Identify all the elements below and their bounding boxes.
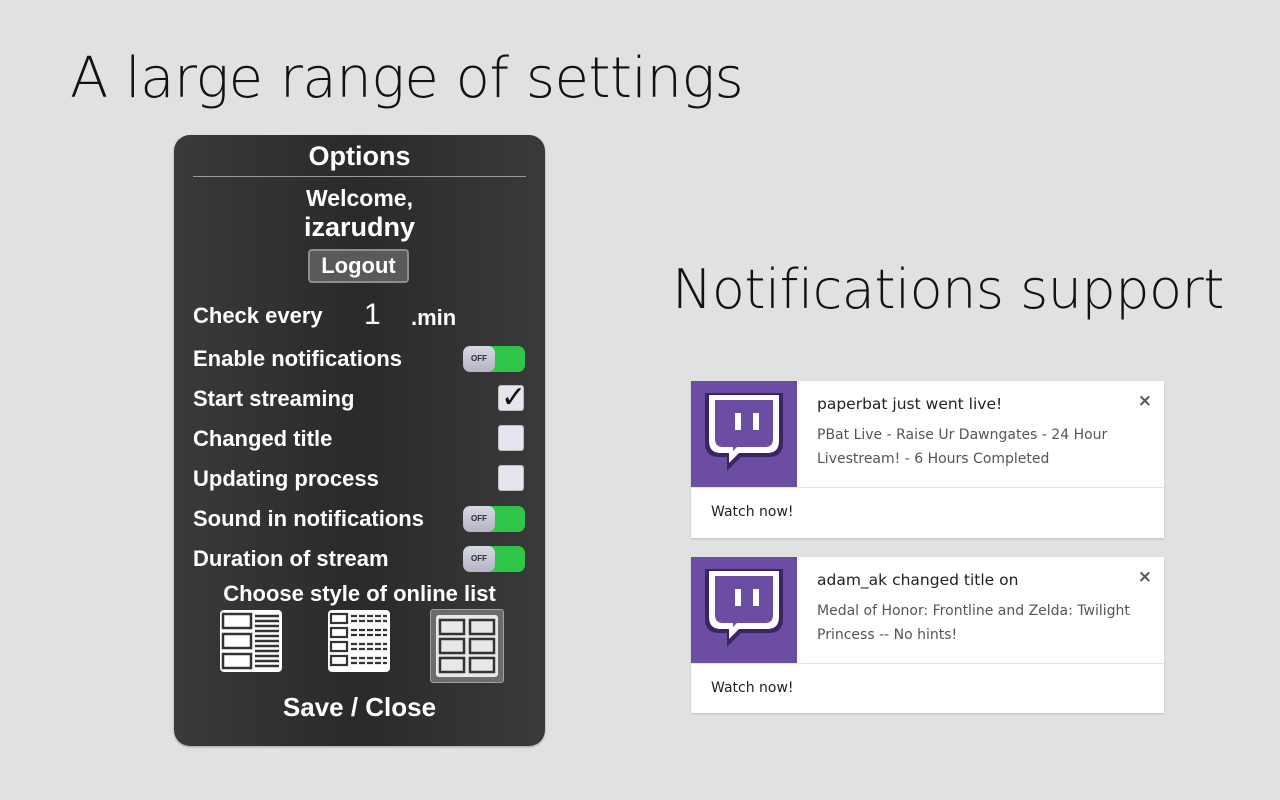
- toggle-off-knob: OFF: [463, 346, 495, 372]
- check-interval-input[interactable]: 1: [364, 298, 381, 332]
- list-style-detailed-option[interactable]: [220, 610, 282, 672]
- notification-card[interactable]: adam_ak changed title on Medal of Honor:…: [691, 557, 1164, 713]
- settings-headline: A large range of settings: [70, 46, 744, 111]
- notification-title: adam_ak changed title on: [817, 571, 1019, 589]
- toggle-off-knob: OFF: [463, 506, 495, 532]
- list-style-compact-icon: [328, 610, 390, 672]
- checkmark-icon: ✓: [501, 381, 527, 414]
- changed-title-checkbox[interactable]: [498, 425, 524, 451]
- options-title: Options: [308, 141, 411, 171]
- changed-title-label: Changed title: [193, 426, 333, 451]
- notification-body: Medal of Honor: Frontline and Zelda: Twi…: [817, 603, 1130, 643]
- welcome-text: Welcome,: [306, 185, 413, 211]
- notification-body: PBat Live - Raise Ur Dawngates - 24 Hour…: [817, 427, 1108, 467]
- list-style-grid-option[interactable]: [430, 609, 504, 683]
- list-style-detailed-icon: [220, 610, 282, 672]
- duration-stream-toggle[interactable]: OFF: [463, 546, 525, 572]
- logout-button[interactable]: Logout: [308, 249, 409, 283]
- toggle-off-knob: OFF: [463, 546, 495, 572]
- start-streaming-checkbox[interactable]: ✓: [498, 381, 526, 414]
- notifications-headline: Notifications support: [672, 258, 1224, 321]
- updating-process-label: Updating process: [193, 466, 379, 491]
- close-icon[interactable]: ×: [1138, 391, 1152, 411]
- username: izarudny: [303, 212, 416, 242]
- options-panel: Options Welcome, izarudny Logout Check e…: [174, 135, 545, 746]
- start-streaming-label: Start streaming: [193, 386, 355, 411]
- duration-stream-label: Duration of stream: [193, 546, 389, 571]
- twitch-glitch-icon: [691, 381, 797, 487]
- notification-divider: [691, 663, 1164, 664]
- watch-now-button[interactable]: Watch now!: [711, 504, 794, 520]
- enable-notifications-toggle[interactable]: OFF: [463, 346, 525, 372]
- enable-notifications-label: Enable notifications: [193, 346, 403, 371]
- sound-notifications-label: Sound in notifications: [193, 506, 424, 531]
- updating-process-checkbox[interactable]: [498, 465, 524, 491]
- twitch-glitch-icon: [691, 557, 797, 663]
- choose-style-label: Choose style of online list: [223, 581, 496, 606]
- watch-now-button[interactable]: Watch now!: [711, 680, 794, 696]
- list-style-compact-option[interactable]: [328, 610, 390, 672]
- check-interval-unit: .min: [411, 305, 457, 330]
- save-close-button[interactable]: Save / Close: [174, 692, 545, 723]
- sound-notifications-toggle[interactable]: OFF: [463, 506, 525, 532]
- list-style-grid-icon: [436, 615, 498, 677]
- check-every-label: Check every: [193, 303, 323, 328]
- notification-card[interactable]: paperbat just went live! PBat Live - Rai…: [691, 381, 1164, 538]
- notification-divider: [691, 487, 1164, 488]
- title-divider: [193, 176, 526, 177]
- notification-title: paperbat just went live!: [817, 395, 1003, 413]
- close-icon[interactable]: ×: [1138, 567, 1152, 587]
